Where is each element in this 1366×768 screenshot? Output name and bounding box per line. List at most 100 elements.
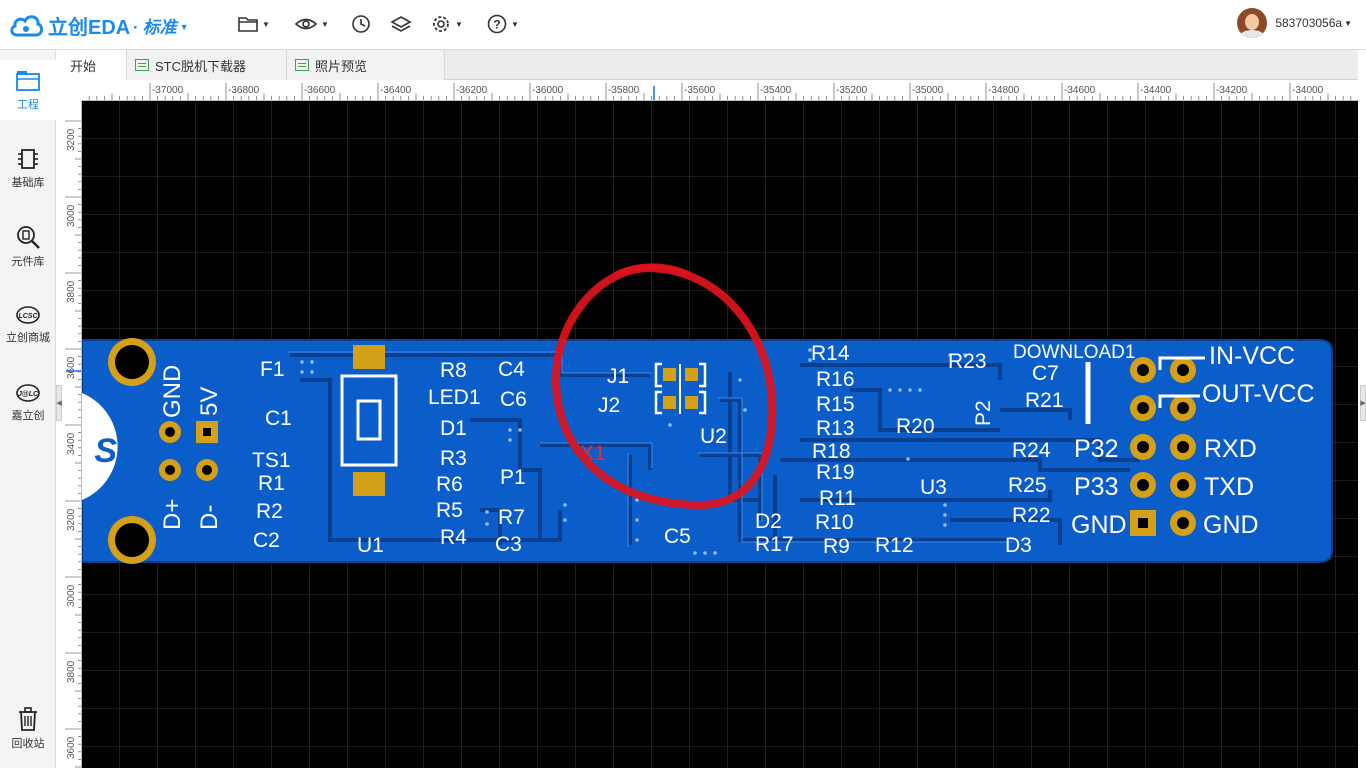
silk-r6: R6 xyxy=(436,473,463,496)
silk-ts1: TS1 xyxy=(252,449,291,472)
ruler-label: -36600 xyxy=(304,85,336,96)
silk-u2: U2 xyxy=(700,425,727,448)
label-p33: P33 xyxy=(1074,473,1118,501)
sidebar-item-label: 回收站 xyxy=(11,737,45,750)
vertical-ruler[interactable]: 3200 3000 3800 3600 3400 3200 3000 3800 3600 xyxy=(62,101,82,768)
left-sidebar: 工程 基础库 元件库 LCSC 立创商城 J@LC 嘉立创 回收站 xyxy=(0,50,56,768)
label-in-vcc: IN-VCC xyxy=(1209,342,1295,370)
ruler-label: -34000 xyxy=(1292,85,1324,96)
ruler-label: -34200 xyxy=(1216,85,1248,96)
silk-r23: R23 xyxy=(948,350,987,373)
pcb-doc-icon xyxy=(295,59,309,71)
board-logo-text: SC xyxy=(94,432,142,470)
chevron-down-icon: ▼ xyxy=(511,19,519,29)
sidebar-item-label: 元件库 xyxy=(11,255,45,268)
silk-d1: D1 xyxy=(440,417,467,440)
file-menu-button[interactable]: ▼ xyxy=(237,12,270,36)
ruler-label: 3200 xyxy=(66,128,77,151)
silk-r22: R22 xyxy=(1012,504,1051,527)
pcb-board-view: SC GND 5V D+ D- F1 C1 TS1 R1 R2 C2 U1 R8… xyxy=(82,101,1358,768)
history-button[interactable] xyxy=(350,12,372,36)
silk-c1: C1 xyxy=(265,407,292,430)
sidebar-item-component-library[interactable]: 元件库 xyxy=(0,216,56,276)
silk-d3: D3 xyxy=(1005,534,1032,557)
project-icon xyxy=(16,70,40,91)
ruler-label: 3800 xyxy=(66,660,77,683)
silk-j1: J1 xyxy=(607,365,629,388)
collapse-right-panel-handle[interactable]: ▶ xyxy=(1360,385,1366,421)
silk-r24: R24 xyxy=(1012,439,1051,462)
user-menu[interactable]: 583703056a ▼ xyxy=(1237,8,1352,38)
svg-text:J@LC: J@LC xyxy=(18,391,39,398)
document-tabs: 开始 STC脱机下载器 照片预览 xyxy=(62,50,1358,80)
ruler-label: 3000 xyxy=(66,584,77,607)
horizontal-ruler[interactable]: -37000 -36800 -36600 -36400 -36200 -36000 -358… xyxy=(82,80,1358,101)
silk-u1: U1 xyxy=(357,534,384,557)
lcsc-icon: LCSC xyxy=(16,305,40,324)
ruler-label: 3600 xyxy=(66,736,77,759)
pcb-canvas[interactable]: SC GND 5V D+ D- F1 C1 TS1 R1 R2 C2 U1 R8… xyxy=(82,101,1358,768)
sidebar-item-recycle-bin[interactable]: 回收站 xyxy=(0,698,56,758)
silk-p2: P2 xyxy=(972,400,995,426)
folder-icon xyxy=(238,17,258,32)
ruler-label: -35400 xyxy=(760,85,792,96)
label-out-vcc: OUT-VCC xyxy=(1202,380,1315,408)
pin-label-gnd: GND xyxy=(159,365,186,418)
sidebar-item-jlc[interactable]: J@LC 嘉立创 xyxy=(0,372,56,432)
silk-r4: R4 xyxy=(440,526,467,549)
ruler-label: -37000 xyxy=(152,85,184,96)
avatar xyxy=(1237,8,1268,38)
sidebar-item-label: 基础库 xyxy=(11,176,45,189)
tab-start[interactable]: 开始 xyxy=(62,50,127,80)
silk-c7: C7 xyxy=(1032,362,1059,385)
silk-r9: R9 xyxy=(823,535,850,558)
top-toolbar: 立创EDA · 标准 ▼ ▼ ▼ ▼ ? ▼ 583703056a ▼ xyxy=(0,0,1366,50)
pin-label-dminus: D- xyxy=(196,505,223,530)
silk-r25: R25 xyxy=(1008,474,1047,497)
ruler-label: 3800 xyxy=(66,280,77,303)
app-logo[interactable]: 立创EDA · 标准 ▼ xyxy=(8,8,189,42)
layers-icon xyxy=(390,16,412,32)
user-name: 583703056a xyxy=(1275,16,1343,30)
silk-d2: D2 xyxy=(755,510,782,533)
sidebar-item-label: 工程 xyxy=(17,98,39,111)
silk-r1: R1 xyxy=(258,472,285,495)
sidebar-item-basic-library[interactable]: 基础库 xyxy=(0,138,56,198)
trash-icon xyxy=(19,706,37,731)
silk-u3: U3 xyxy=(920,476,947,499)
silk-r20: R20 xyxy=(896,415,935,438)
tab-photo-preview[interactable]: 照片预览 xyxy=(287,50,445,80)
ruler-label: -36800 xyxy=(228,85,260,96)
silk-led1: LED1 xyxy=(428,386,481,409)
chevron-down-icon: ▼ xyxy=(455,19,463,29)
pin-label-dplus: D+ xyxy=(159,499,186,530)
label-txd: TXD xyxy=(1204,473,1254,501)
settings-menu-button[interactable]: ▼ xyxy=(430,12,463,36)
view-menu-button[interactable]: ▼ xyxy=(294,12,329,36)
silk-r14: R14 xyxy=(811,342,850,365)
sidebar-item-project[interactable]: 工程 xyxy=(0,60,56,120)
layers-button[interactable] xyxy=(390,12,412,36)
history-icon xyxy=(352,15,370,33)
sidebar-item-lcsc-mall[interactable]: LCSC 立创商城 xyxy=(0,294,56,354)
tab-stc-downloader[interactable]: STC脱机下载器 xyxy=(127,50,287,80)
silk-r10: R10 xyxy=(815,511,854,534)
chevron-down-icon: ▼ xyxy=(262,19,270,29)
ruler-label: 3400 xyxy=(66,432,77,455)
gear-icon xyxy=(433,16,449,32)
silk-r21: R21 xyxy=(1025,389,1064,412)
silk-c4: C4 xyxy=(498,358,525,381)
tab-label: 开始 xyxy=(70,58,97,74)
silk-r15: R15 xyxy=(816,393,855,416)
help-menu-button[interactable]: ? ▼ xyxy=(486,12,519,36)
label-gnd-right: GND xyxy=(1203,511,1259,539)
ruler-corner xyxy=(62,80,82,101)
ruler-label: -35000 xyxy=(912,85,944,96)
help-icon: ? xyxy=(487,14,507,34)
chevron-down-icon: ▼ xyxy=(321,19,329,29)
ruler-label: 3000 xyxy=(66,204,77,227)
silk-r2: R2 xyxy=(256,500,283,523)
ruler-label: -36200 xyxy=(456,85,488,96)
ruler-label: -35800 xyxy=(608,85,640,96)
tab-label: STC脱机下载器 xyxy=(155,58,247,74)
